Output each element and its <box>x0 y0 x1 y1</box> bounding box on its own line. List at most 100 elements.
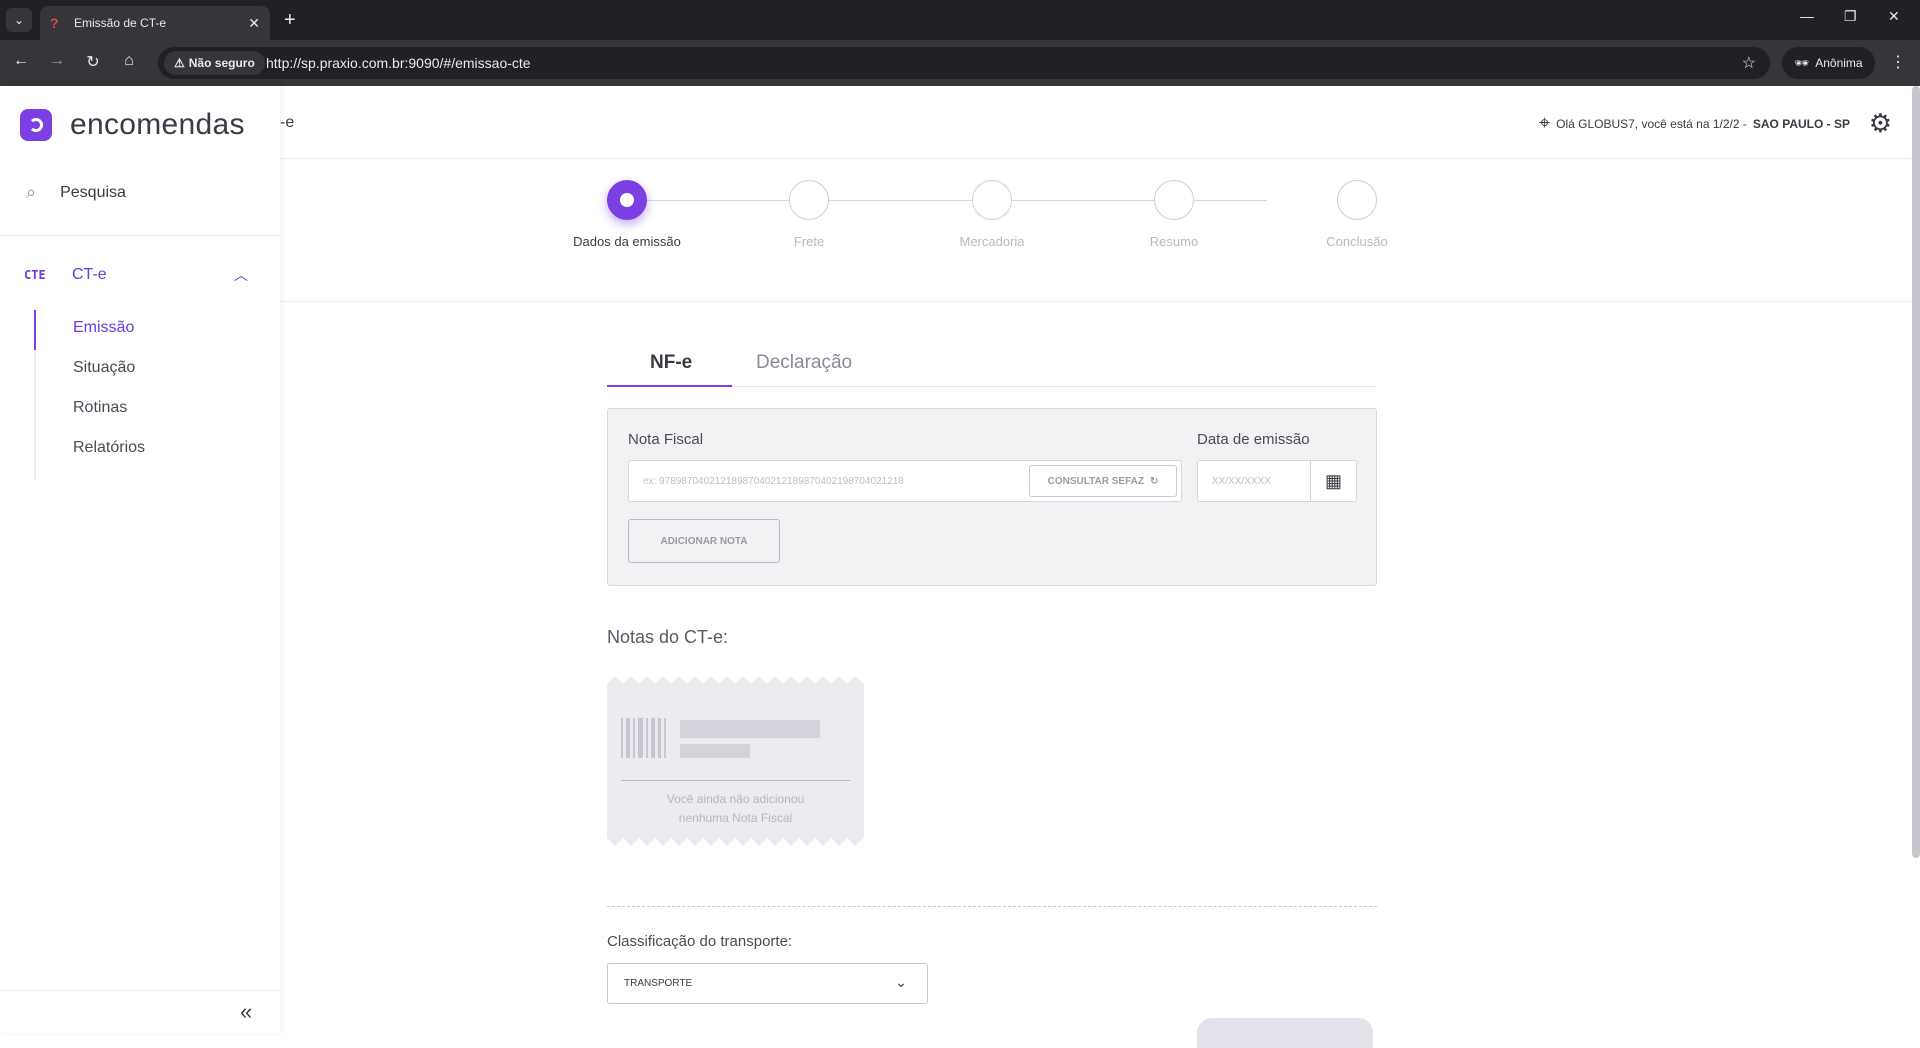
tab-declaracao[interactable]: Declaração <box>756 352 852 374</box>
consultar-sefaz-button[interactable]: CONSULTAR SEFAZ ↻ <box>1029 465 1177 497</box>
omnibox[interactable]: ⚠ Não seguro http://sp.praxio.com.br:9090… <box>158 47 1770 79</box>
group-label: CT-e <box>72 266 107 283</box>
cte-icon: CTE <box>24 268 46 282</box>
step-circle <box>972 180 1012 220</box>
step-resumo[interactable]: Resumo <box>1114 180 1234 249</box>
sidebar-group-cte[interactable]: CTE CT-e ︿ <box>0 258 280 292</box>
search-icon: ⌕ <box>26 182 37 202</box>
warning-icon: ⚠ <box>174 56 185 70</box>
settings-gear-icon[interactable]: ⚙ <box>1869 108 1892 139</box>
step-label: Resumo <box>1149 234 1199 249</box>
chevron-down-icon: ⌄ <box>895 974 907 990</box>
receipt-bottom-edge <box>607 838 864 846</box>
sidebar-item-relatorios[interactable]: Relatórios <box>73 439 145 457</box>
minimize-icon[interactable]: — <box>1800 8 1814 24</box>
address-bar: ← → ↻ ⌂ ⚠ Não seguro http://sp.praxio.com… <box>0 40 1920 86</box>
empty-line-2: nenhuma Nota Fiscal <box>678 811 793 825</box>
classificacao-value: TRANSPORTE <box>624 978 693 989</box>
step-circle <box>1154 180 1194 220</box>
receipt-body: Você ainda não adicionou nenhuma Nota Fi… <box>607 684 864 838</box>
location-pin-icon: ⌖ <box>1538 112 1551 134</box>
receipt-placeholder-bar <box>680 720 820 738</box>
sidebar-divider <box>0 990 280 991</box>
barcode-icon <box>621 718 667 758</box>
incognito-label: Anônima <box>1815 56 1863 70</box>
step-label: Conclusão <box>1326 234 1388 249</box>
tab-nfe[interactable]: NF-e <box>650 352 692 374</box>
refresh-icon: ↻ <box>1149 475 1159 487</box>
step-label: Dados da emissão <box>573 234 681 249</box>
sidebar-item-emissao[interactable]: Emissão <box>73 319 134 337</box>
praxio-favicon-icon: ? <box>50 15 59 31</box>
user-location: ⌖ Olá GLOBUS7, você está na 1/2/2 - SAO … <box>1539 112 1850 135</box>
search-label: Pesquisa <box>60 183 126 201</box>
step-conclusao[interactable]: Conclusão <box>1297 180 1417 249</box>
brand-name: encomendas <box>70 108 245 141</box>
empty-receipt-illustration: Você ainda não adicionou nenhuma Nota Fi… <box>607 676 864 846</box>
nota-fiscal-panel: Nota Fiscal ex: 978987040212189870402121… <box>607 408 1377 586</box>
home-icon[interactable]: ⌂ <box>118 52 140 70</box>
incognito-chip[interactable]: 🕶 Anônima <box>1782 47 1875 79</box>
brand[interactable]: encomendas <box>20 108 245 142</box>
encomendas-logo-icon <box>20 109 52 141</box>
chevron-up-icon: ︿ <box>234 267 248 283</box>
sidebar-search[interactable]: ⌕ Pesquisa <box>26 182 126 203</box>
submenu-track <box>34 310 36 480</box>
sefaz-label: CONSULTAR SEFAZ <box>1047 475 1144 487</box>
sidebar-divider <box>0 235 280 236</box>
app-root: -e ⌖ Olá GLOBUS7, você está na 1/2/2 - S… <box>0 86 1920 1048</box>
section-divider <box>607 906 1377 907</box>
url-text[interactable]: http://sp.praxio.com.br:9090/#/emissao-c… <box>266 55 531 71</box>
tab-search-icon[interactable]: ⌄ <box>6 8 32 32</box>
browser-menu-icon[interactable]: ⋮ <box>1890 52 1906 72</box>
top-header: -e ⌖ Olá GLOBUS7, você está na 1/2/2 - S… <box>280 86 1920 159</box>
security-chip[interactable]: ⚠ Não seguro <box>164 51 265 75</box>
restore-icon[interactable]: ❐ <box>1844 8 1857 25</box>
empty-notes-message: Você ainda não adicionou nenhuma Nota Fi… <box>607 790 864 828</box>
empty-line-1: Você ainda não adicionou <box>666 792 805 806</box>
forward-icon[interactable]: → <box>46 52 68 70</box>
step-dados-emissao[interactable]: Dados da emissão <box>567 180 687 249</box>
classificacao-label: Classificação do transporte: <box>607 933 793 950</box>
close-tab-icon[interactable]: ✕ <box>248 15 260 32</box>
incognito-icon: 🕶 <box>1794 56 1810 70</box>
data-emissao-input[interactable]: XX/XX/XXXX ▦ <box>1197 460 1357 502</box>
browser-tab[interactable]: ? Emissão de CT-e ✕ <box>40 6 270 40</box>
emission-stepper: Dados da emissão Frete Mercadoria Resumo… <box>280 160 1920 302</box>
calendar-icon[interactable]: ▦ <box>1310 461 1356 501</box>
receipt-top-edge <box>607 676 864 684</box>
sidebar: encomendas ⌕ Pesquisa CTE CT-e ︿ Emissão… <box>0 86 280 1033</box>
receipt-placeholder-bar <box>680 744 750 758</box>
bookmark-star-icon[interactable]: ☆ <box>1742 53 1756 73</box>
step-circle <box>607 180 647 220</box>
document-tabs: NF-e Declaração <box>607 326 1377 387</box>
adicionar-nota-button[interactable]: ADICIONAR NOTA <box>628 519 780 563</box>
tab-title: Emissão de CT-e <box>74 16 167 30</box>
greeting-location: SAO PAULO - SP <box>1752 116 1850 131</box>
close-window-icon[interactable]: ✕ <box>1888 8 1900 25</box>
back-icon[interactable]: ← <box>10 52 32 70</box>
collapse-sidebar-icon[interactable]: « <box>240 999 252 1025</box>
classificacao-select[interactable]: TRANSPORTE ⌄ <box>607 963 928 1004</box>
active-tab-underline <box>607 385 732 387</box>
security-label: Não seguro <box>188 56 255 70</box>
step-circle <box>789 180 829 220</box>
step-frete[interactable]: Frete <box>749 180 869 249</box>
next-button[interactable] <box>1197 1018 1373 1048</box>
notas-title: Notas do CT-e: <box>607 627 729 647</box>
sidebar-item-rotinas[interactable]: Rotinas <box>73 399 127 417</box>
reload-icon[interactable]: ↻ <box>82 52 104 72</box>
sidebar-item-situacao[interactable]: Situação <box>73 359 135 377</box>
new-tab-icon[interactable]: + <box>284 8 296 32</box>
step-circle <box>1337 180 1377 220</box>
nota-fiscal-placeholder: ex: 978987040212189870402121898704021987… <box>643 476 904 487</box>
nota-fiscal-input[interactable]: ex: 978987040212189870402121898704021987… <box>628 460 1182 502</box>
active-indicator <box>34 310 36 350</box>
greeting-text: Olá GLOBUS7, você está na 1/2/2 - <box>1556 116 1747 131</box>
step-label: Mercadoria <box>959 234 1025 249</box>
page-scrollbar[interactable] <box>1912 86 1920 858</box>
data-emissao-placeholder: XX/XX/XXXX <box>1212 476 1271 487</box>
step-mercadoria[interactable]: Mercadoria <box>932 180 1052 249</box>
receipt-divider <box>621 780 850 781</box>
nota-fiscal-label: Nota Fiscal <box>628 431 704 448</box>
